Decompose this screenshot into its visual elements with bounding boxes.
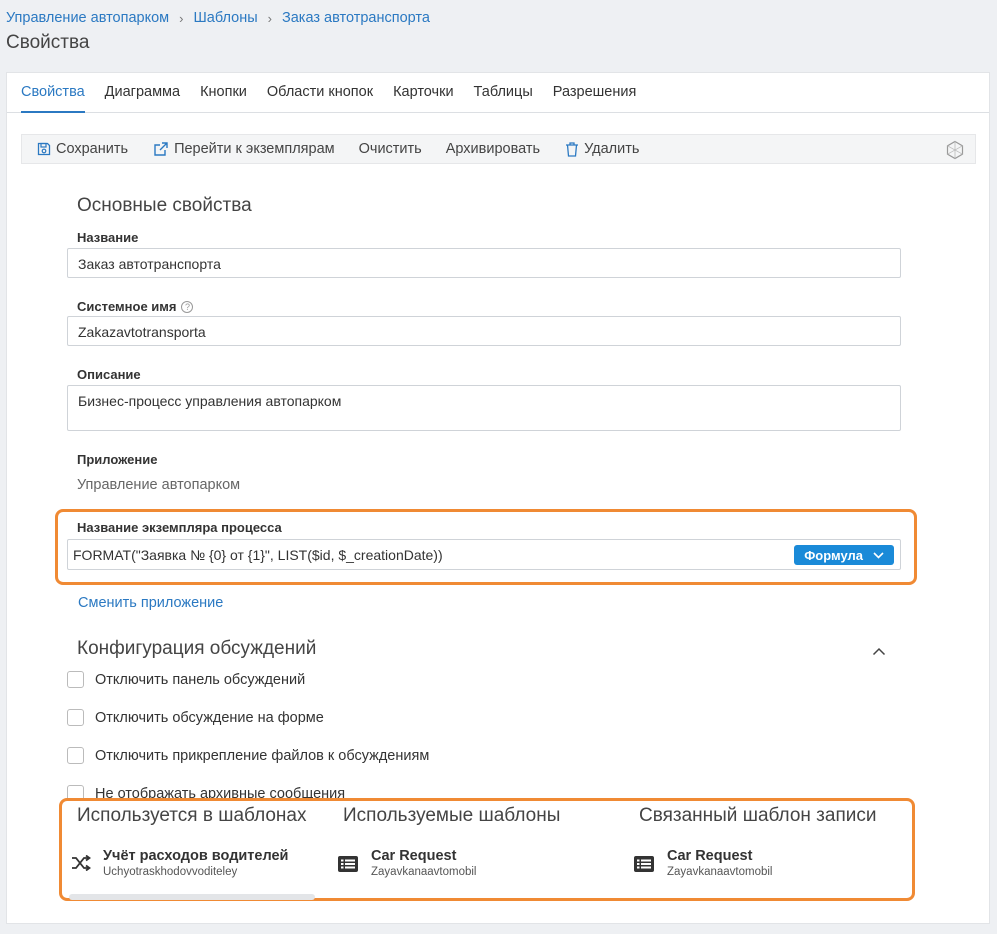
horizontal-scrollbar[interactable]: [69, 894, 315, 900]
list-icon: [634, 856, 654, 872]
linked-template-title: Связанный шаблон записи: [639, 805, 877, 826]
clear-button[interactable]: Очистить: [359, 141, 422, 157]
tab-properties[interactable]: Свойства: [21, 73, 85, 113]
linked-template-item[interactable]: Car Request Zayavkanaavtomobil: [633, 848, 772, 878]
save-button[interactable]: Сохранить: [36, 141, 128, 157]
sysname-input[interactable]: Zakazavtotransporta: [67, 316, 901, 346]
change-app-link[interactable]: Сменить приложение: [78, 595, 223, 611]
tab-buttons[interactable]: Кнопки: [200, 73, 247, 113]
tab-diagram[interactable]: Диаграмма: [105, 73, 180, 113]
name-input[interactable]: Заказ автотранспорта: [67, 248, 901, 278]
chevron-up-icon[interactable]: [872, 643, 886, 661]
template-sysname: Zayavkanaavtomobil: [667, 866, 773, 878]
template-name: Car Request: [371, 848, 457, 864]
template-sysname: Zayavkanaavtomobil: [371, 866, 477, 878]
delete-button[interactable]: Удалить: [564, 141, 639, 158]
trash-icon: [566, 141, 579, 157]
instance-name-value: FORMAT("Заявка № {0} от {1}", LIST($id, …: [73, 547, 443, 563]
tab-tables[interactable]: Таблицы: [474, 73, 533, 113]
archive-button[interactable]: Архивировать: [446, 141, 540, 157]
checkbox[interactable]: [67, 671, 84, 688]
save-icon: [37, 142, 51, 156]
app-value: Управление автопарком: [77, 477, 241, 493]
template-sysname: Uchyotraskhodovvoditeley: [103, 866, 238, 878]
option-label: Отключить панель обсуждений: [95, 671, 306, 688]
delete-label: Удалить: [584, 141, 640, 157]
page-title: Свойства: [6, 32, 90, 53]
name-label: Название: [77, 230, 139, 245]
option-label: Отключить прикрепление файлов к обсужден…: [95, 747, 430, 764]
breadcrumb-item-app[interactable]: Управление автопарком: [6, 10, 169, 26]
checkbox[interactable]: [67, 747, 84, 764]
chevron-right-icon: ›: [267, 10, 272, 26]
breadcrumb: Управление автопарком › Шаблоны › Заказ …: [6, 10, 430, 26]
used-in-template-item[interactable]: Учёт расходов водителей Uchyotraskhodovv…: [71, 848, 288, 878]
tab-bar: Свойства Диаграмма Кнопки Области кнопок…: [7, 73, 989, 113]
toolbar: Сохранить Перейти к экземплярам Очистить…: [21, 134, 976, 164]
checkbox[interactable]: [67, 709, 84, 726]
used-template-item[interactable]: Car Request Zayavkanaavtomobil: [337, 848, 476, 878]
sysname-label-text: Системное имя: [77, 299, 177, 314]
sysname-label: Системное имя?: [77, 299, 194, 314]
template-name: Учёт расходов водителей: [103, 848, 289, 864]
save-label: Сохранить: [56, 141, 129, 157]
external-link-icon: [154, 142, 168, 156]
chevron-right-icon: ›: [179, 10, 184, 26]
used-templates-title: Используемые шаблоны: [343, 805, 561, 826]
discussions-title: Конфигурация обсуждений: [77, 638, 317, 659]
option-disable-panel[interactable]: Отключить панель обсуждений: [67, 671, 305, 688]
formula-dropdown-button[interactable]: Формула: [794, 545, 894, 565]
basic-properties-title: Основные свойства: [77, 195, 252, 216]
instance-name-label: Название экземпляра процесса: [77, 520, 282, 535]
tab-button-areas[interactable]: Области кнопок: [267, 73, 373, 113]
help-icon[interactable]: ?: [181, 301, 194, 313]
settings-hex-icon[interactable]: [945, 140, 965, 165]
description-textarea[interactable]: Бизнес-процесс управления автопарком: [67, 385, 901, 431]
app-label: Приложение: [77, 452, 158, 467]
shuffle-icon: [72, 855, 91, 871]
chevron-down-icon: [873, 551, 884, 559]
description-label: Описание: [77, 367, 141, 382]
breadcrumb-item-current[interactable]: Заказ автотранспорта: [282, 10, 430, 26]
template-name: Car Request: [667, 848, 753, 864]
main-panel: Свойства Диаграмма Кнопки Области кнопок…: [6, 72, 990, 924]
option-disable-attachments[interactable]: Отключить прикрепление файлов к обсужден…: [67, 747, 429, 764]
breadcrumb-item-templates[interactable]: Шаблоны: [194, 10, 258, 26]
instance-name-input[interactable]: FORMAT("Заявка № {0} от {1}", LIST($id, …: [67, 539, 901, 570]
option-disable-form-discussion[interactable]: Отключить обсуждение на форме: [67, 709, 324, 726]
option-label: Отключить обсуждение на форме: [95, 709, 324, 726]
goto-instances-button[interactable]: Перейти к экземплярам: [152, 140, 335, 158]
goto-instances-label: Перейти к экземплярам: [174, 141, 335, 157]
formula-label: Формула: [804, 547, 863, 563]
tab-cards[interactable]: Карточки: [393, 73, 453, 113]
tab-permissions[interactable]: Разрешения: [553, 73, 637, 113]
used-in-templates-title: Используется в шаблонах: [77, 805, 307, 826]
list-icon: [338, 856, 358, 872]
